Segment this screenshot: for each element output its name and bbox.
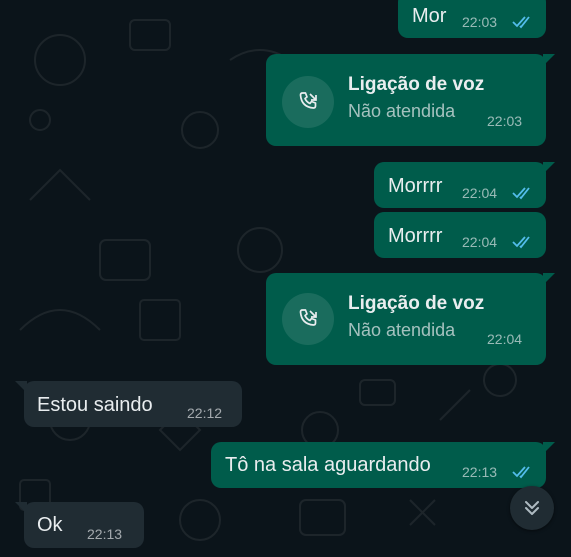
message-text: Morrrr (388, 225, 443, 247)
message-time: 22:03 (462, 14, 498, 30)
bubble-tail (543, 54, 555, 66)
message-outgoing[interactable]: Morrrr 22:04 (374, 162, 555, 208)
message-time: 22:04 (462, 185, 498, 201)
double-check-icon (512, 236, 530, 249)
missed-call-icon-wrap (282, 293, 334, 345)
message-incoming[interactable]: Estou saindo 22:12 (15, 381, 242, 427)
call-title: Ligação de voz (348, 293, 485, 314)
bubble-tail (543, 162, 555, 174)
phone-call-icon (299, 309, 317, 326)
message-text: Mor (412, 5, 447, 27)
bubble-tail (543, 273, 555, 285)
message-outgoing[interactable]: Tô na sala aguardando 22:13 (211, 442, 555, 488)
message-incoming[interactable]: Ok 22:13 (15, 502, 144, 548)
message-time: 22:13 (462, 464, 498, 480)
message-text: Tô na sala aguardando (225, 454, 431, 476)
message-call-outgoing[interactable]: Ligação de voz Não atendida 22:03 (266, 54, 555, 146)
message-text: Morrrr (388, 175, 443, 197)
call-title: Ligação de voz (348, 74, 485, 95)
message-time: 22:04 (487, 331, 523, 347)
call-status: Não atendida (348, 320, 456, 340)
double-check-icon (512, 16, 530, 29)
message-call-outgoing[interactable]: Ligação de voz Não atendida 22:04 (266, 273, 555, 365)
missed-call-icon-wrap (282, 76, 334, 128)
message-time: 22:13 (87, 526, 123, 542)
scroll-to-bottom-button[interactable] (510, 486, 554, 530)
message-outgoing[interactable]: Mor 22:03 (398, 0, 546, 38)
message-time: 22:04 (462, 234, 498, 250)
bubble-tail (15, 502, 27, 514)
message-text: Ok (37, 514, 63, 536)
call-status: Não atendida (348, 101, 456, 121)
message-time: 22:12 (187, 405, 223, 421)
message-time: 22:03 (487, 113, 523, 129)
double-check-icon (512, 466, 530, 479)
message-outgoing[interactable]: Morrrr 22:04 (374, 212, 546, 258)
double-check-icon (512, 187, 530, 200)
phone-call-icon (299, 92, 317, 109)
message-text: Estou saindo (37, 394, 153, 416)
bubble-tail (15, 381, 27, 393)
bubble-tail (543, 442, 555, 454)
double-chevron-down-icon (525, 501, 539, 515)
